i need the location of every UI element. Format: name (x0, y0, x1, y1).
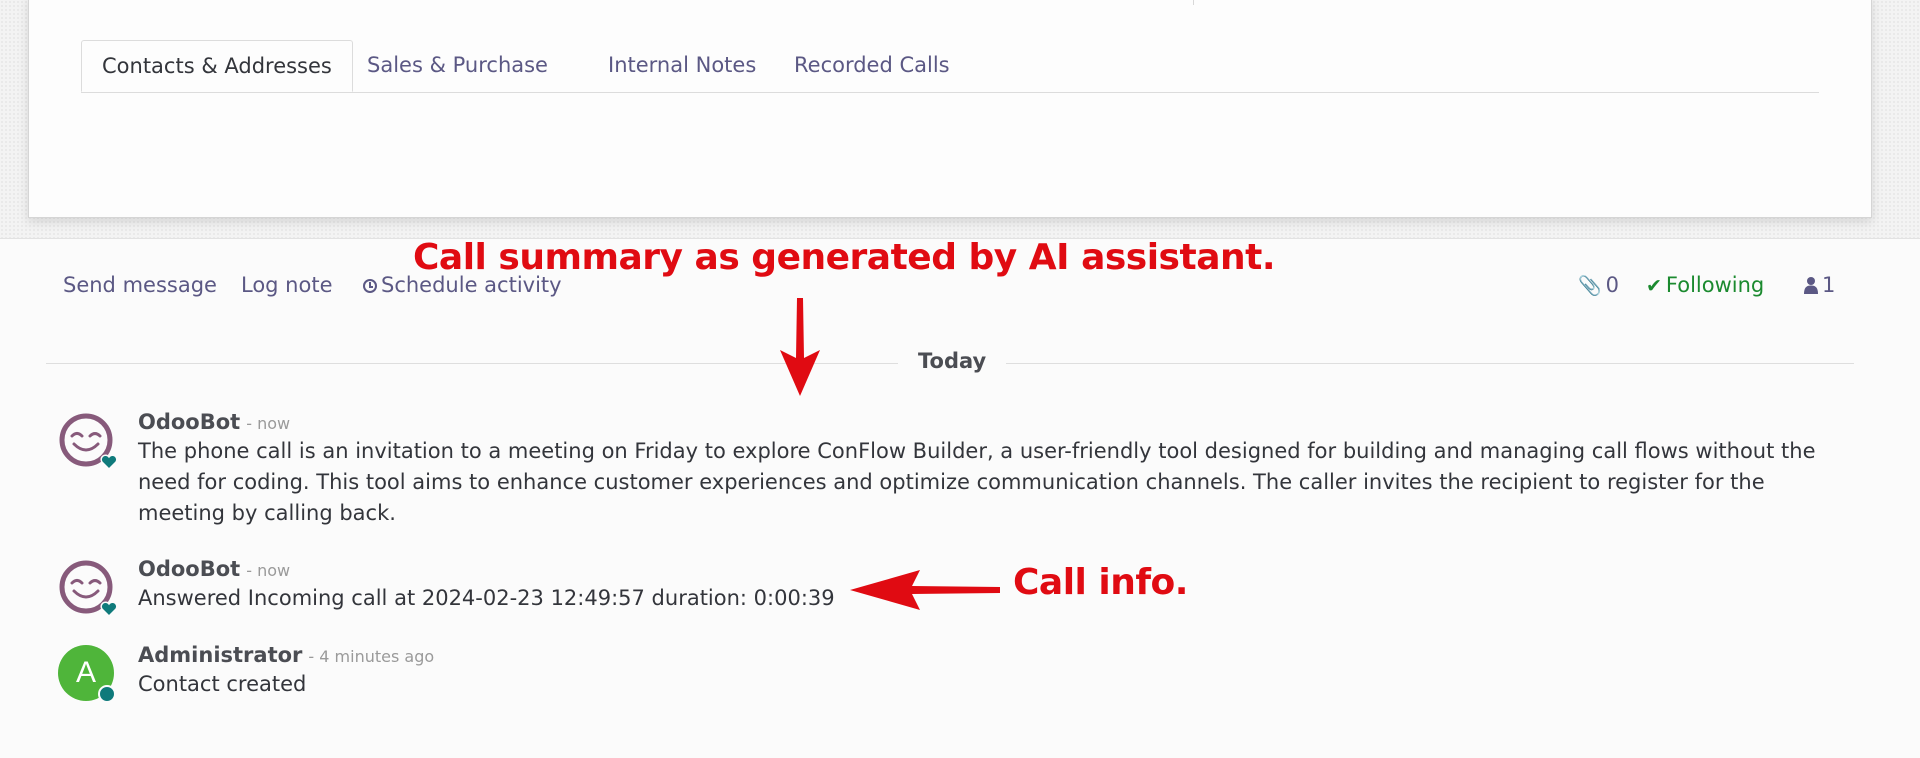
heart-icon (100, 601, 118, 617)
following-button[interactable]: ✔ Following (1646, 273, 1764, 297)
avatar[interactable] (58, 559, 118, 617)
message-body: OdooBot - now The phone call is an invita… (138, 410, 1858, 529)
message-text: Contact created (138, 672, 307, 696)
followers-count: 1 (1822, 273, 1836, 297)
message-author[interactable]: OdooBot (138, 410, 240, 434)
log-note-button[interactable]: Log note (241, 273, 333, 297)
tab-internal-notes[interactable]: Internal Notes (608, 40, 756, 92)
sheet-divider (1193, 0, 1194, 5)
user-icon (1804, 277, 1818, 294)
send-message-button[interactable]: Send message (63, 273, 217, 297)
annotation-summary-note: Call summary as generated by AI assistan… (413, 237, 1276, 278)
annotation-arrow-down (780, 298, 820, 396)
followers-button[interactable]: 1 (1804, 273, 1835, 297)
message-author[interactable]: OdooBot (138, 557, 240, 581)
avatar[interactable]: A (58, 645, 116, 703)
form-sheet: Contacts & Addresses Sales & Purchase In… (28, 0, 1872, 218)
attachments-count: 0 (1605, 273, 1620, 297)
notebook-tabs: Contacts & Addresses Sales & Purchase In… (81, 40, 1819, 93)
message-time: - now (246, 561, 291, 580)
message-time: - now (246, 414, 291, 433)
day-separator-label: Today (898, 349, 1007, 373)
avatar[interactable] (58, 412, 118, 470)
message-author[interactable]: Administrator (138, 643, 302, 667)
message-body: Administrator - 4 minutes ago Contact cre… (138, 643, 1858, 700)
tab-recorded-calls[interactable]: Recorded Calls (794, 40, 950, 92)
heart-icon (100, 454, 118, 470)
annotation-info-note: Call info. (1013, 562, 1188, 603)
following-label: Following (1665, 273, 1765, 297)
page: Contacts & Addresses Sales & Purchase In… (0, 0, 1920, 758)
attachments-button[interactable]: 📎 0 (1578, 273, 1619, 297)
message-time: - 4 minutes ago (308, 647, 435, 666)
check-icon: ✔ (1646, 275, 1662, 297)
message-text: The phone call is an invitation to a mee… (138, 439, 1816, 525)
clock-icon (363, 279, 377, 293)
tab-sales-purchase[interactable]: Sales & Purchase (367, 40, 548, 92)
online-status-dot (98, 685, 116, 703)
chatter: Send message Log note Schedule activity … (0, 238, 1920, 758)
annotation-arrow-left (850, 570, 1000, 610)
paperclip-icon: 📎 (1578, 275, 1602, 297)
tab-contacts-addresses[interactable]: Contacts & Addresses (81, 40, 353, 92)
